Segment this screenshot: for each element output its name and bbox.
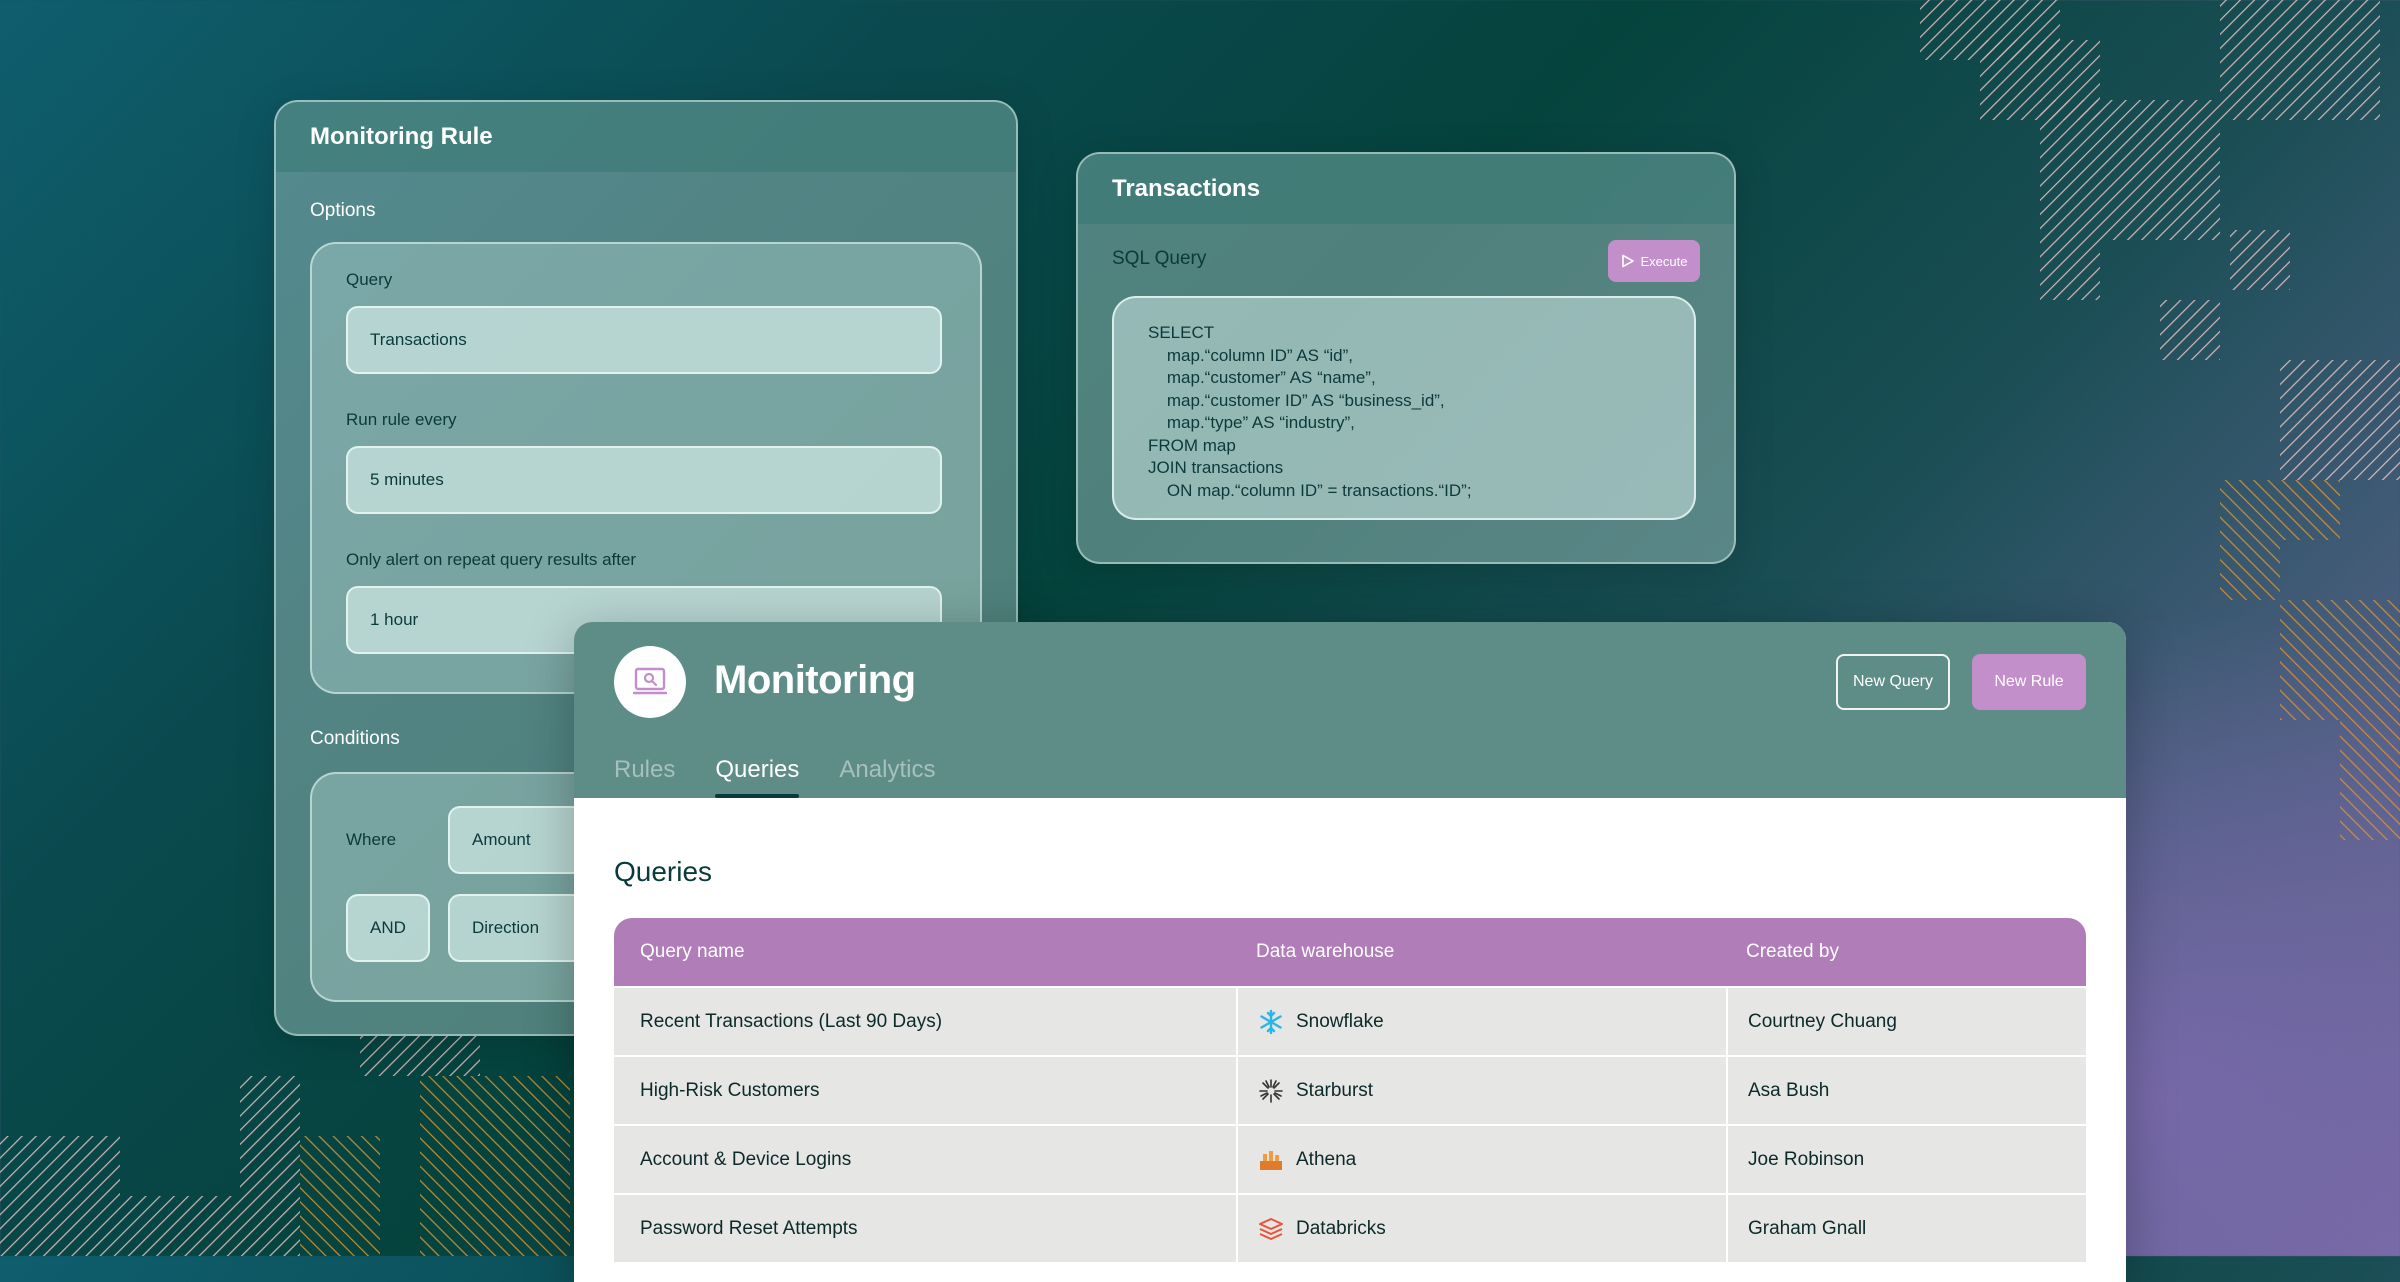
queries-table: Query name Data warehouse Created by Rec… xyxy=(614,918,2086,1262)
sql-line: map.“customer” AS “name”, xyxy=(1148,368,1376,387)
conditions-label: Conditions xyxy=(310,728,400,749)
tab-rules[interactable]: Rules xyxy=(614,756,675,798)
repeat-alert-label: Only alert on repeat query results after xyxy=(346,550,637,569)
tab-queries[interactable]: Queries xyxy=(715,756,800,798)
monitoring-window: Monitoring New Query New Rule Rules Quer… xyxy=(574,622,2126,1282)
column-header-created-by[interactable]: Created by xyxy=(1726,941,2086,963)
warehouse-cell: Athena xyxy=(1236,1126,1726,1193)
monitoring-header: Monitoring New Query New Rule Rules Quer… xyxy=(574,622,2126,798)
table-header: Query name Data warehouse Created by xyxy=(614,918,2086,986)
column-header-data-warehouse[interactable]: Data warehouse xyxy=(1236,941,1726,963)
sql-editor[interactable]: SELECT map.“column ID” AS “id”, map.“cus… xyxy=(1112,296,1696,520)
warehouse-name: Starburst xyxy=(1296,1079,1374,1101)
new-rule-button[interactable]: New Rule xyxy=(1972,654,2086,710)
table-row[interactable]: Password Reset Attempts Databricks Graha… xyxy=(614,1193,2086,1262)
query-name-cell: Recent Transactions (Last 90 Days) xyxy=(640,1010,943,1032)
created-by-cell: Graham Gnall xyxy=(1726,1195,2086,1262)
transactions-card: Transactions SQL Query Execute SELECT ma… xyxy=(1076,152,1736,564)
query-name-cell: Account & Device Logins xyxy=(640,1148,852,1170)
query-name-cell: Password Reset Attempts xyxy=(640,1217,858,1239)
starburst-icon xyxy=(1258,1078,1284,1104)
snowflake-icon xyxy=(1258,1009,1284,1035)
warehouse-cell: Snowflake xyxy=(1236,988,1726,1055)
sql-line: FROM map xyxy=(1148,435,1236,455)
created-by-cell: Joe Robinson xyxy=(1726,1126,2086,1193)
sql-line: map.“column ID” AS “id”, xyxy=(1148,345,1353,365)
options-label: Options xyxy=(310,200,376,221)
created-by-cell: Courtney Chuang xyxy=(1726,988,2086,1055)
sql-line: map.“customer ID” AS “business_id”, xyxy=(1148,390,1445,410)
databricks-icon xyxy=(1258,1216,1284,1242)
warehouse-cell: Starburst xyxy=(1236,1057,1726,1124)
query-field[interactable]: Transactions xyxy=(346,306,942,374)
sql-line: SELECT xyxy=(1148,323,1215,342)
created-by-cell: Asa Bush xyxy=(1726,1057,2086,1124)
sql-line: JOIN transactions xyxy=(1148,458,1284,477)
column-header-query-name[interactable]: Query name xyxy=(614,941,1236,963)
where-label: Where xyxy=(346,830,397,849)
run-rule-every-field[interactable]: 5 minutes xyxy=(346,446,942,514)
warehouse-name: Databricks xyxy=(1296,1217,1386,1239)
monitor-icon xyxy=(614,646,686,718)
query-field-label: Query xyxy=(346,270,393,289)
table-row[interactable]: High-Risk Customers Starburst Asa Bush xyxy=(614,1055,2086,1124)
tab-analytics[interactable]: Analytics xyxy=(839,756,935,798)
tab-bar: Rules Queries Analytics xyxy=(614,756,935,798)
play-icon xyxy=(1621,254,1634,268)
sql-line: map.“type” AS “industry”, xyxy=(1148,413,1355,432)
page-title: Monitoring xyxy=(714,658,916,702)
table-row[interactable]: Account & Device Logins Athena Joe Robin… xyxy=(614,1124,2086,1193)
and-operator-button[interactable]: AND xyxy=(346,894,430,962)
transactions-title: Transactions xyxy=(1078,154,1734,224)
run-rule-every-label: Run rule every xyxy=(346,410,457,429)
sql-query-label: SQL Query xyxy=(1112,248,1207,269)
table-row[interactable]: Recent Transactions (Last 90 Days) Snowf… xyxy=(614,986,2086,1055)
query-name-cell: High-Risk Customers xyxy=(640,1079,820,1101)
new-query-button[interactable]: New Query xyxy=(1836,654,1950,710)
execute-label: Execute xyxy=(1640,253,1688,269)
execute-button[interactable]: Execute xyxy=(1608,240,1700,282)
warehouse-cell: Databricks xyxy=(1236,1195,1726,1262)
monitoring-rule-title: Monitoring Rule xyxy=(276,102,1016,172)
warehouse-name: Athena xyxy=(1296,1148,1357,1170)
warehouse-name: Snowflake xyxy=(1296,1010,1384,1032)
athena-icon xyxy=(1258,1147,1284,1173)
decorative-pattern-bottom-left xyxy=(0,1036,570,1256)
sql-line: ON map.“column ID” = transactions.“ID”; xyxy=(1148,480,1472,500)
queries-section-title: Queries xyxy=(614,856,713,887)
